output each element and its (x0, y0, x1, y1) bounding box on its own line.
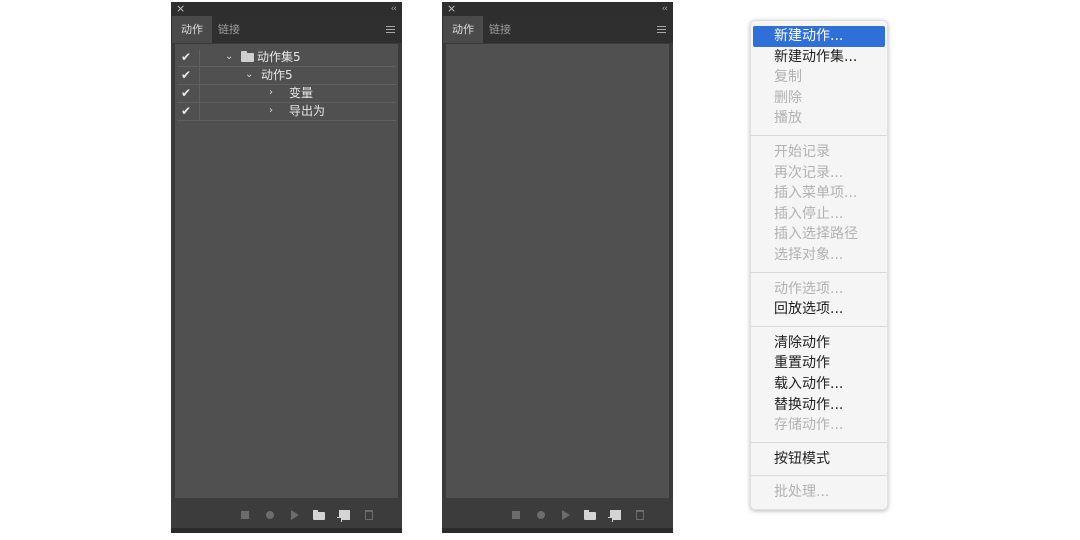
collapse-icon[interactable]: ‹‹ (662, 2, 668, 16)
trash-icon[interactable] (636, 510, 644, 520)
actions-list-empty (446, 44, 669, 498)
menu-item[interactable]: 按钮模式 (753, 449, 885, 470)
column-divider (199, 67, 200, 84)
action-step-row[interactable]: ✔ › 导出为 (177, 103, 396, 121)
chevron-right-icon[interactable]: › (269, 103, 273, 119)
column-divider (199, 103, 200, 120)
menu-item: 插入选择路径 (774, 226, 858, 243)
play-icon[interactable] (291, 510, 299, 520)
menu-item[interactable]: 回放选项... (753, 299, 885, 320)
panel-toolbar (442, 498, 673, 533)
panel-title-strip: × ‹‹ (442, 2, 673, 16)
menu-separator (751, 441, 887, 443)
action-step-row[interactable]: ✔ › 变量 (177, 85, 396, 103)
menu-item: 复制 (774, 69, 802, 86)
menu-item[interactable]: 替换动作... (753, 395, 885, 416)
menu-item[interactable]: 清除动作 (753, 333, 885, 354)
menu-item: 删除 (774, 89, 802, 106)
panel-menu-icon[interactable] (386, 26, 395, 33)
folder-icon (241, 51, 254, 62)
check-icon[interactable]: ✔ (181, 67, 191, 84)
menu-item: 插入停止... (774, 205, 844, 222)
close-icon[interactable]: × (447, 2, 456, 16)
action-step-label: 变量 (289, 86, 314, 100)
actions-panel-right: × ‹‹ 动作 链接 (442, 2, 673, 533)
resize-grip[interactable] (442, 528, 673, 533)
menu-item: 开始记录 (774, 144, 830, 160)
action-set-row[interactable]: ✔ ⌄ 动作集5 (177, 49, 396, 67)
check-icon[interactable]: ✔ (181, 85, 191, 102)
action-row[interactable]: ✔ ⌄ 动作5 (177, 67, 396, 85)
stop-icon[interactable] (512, 511, 520, 519)
column-divider (199, 85, 200, 102)
menu-item: 批处理... (774, 484, 830, 501)
menu-separator (751, 475, 887, 477)
tab-links[interactable]: 链接 (209, 16, 249, 43)
actions-list: ✔ ⌄ 动作集5 ✔ ⌄ 动作5 ✔ › 变量 ✔ › 导出为 (175, 44, 398, 498)
new-action-set-icon[interactable] (313, 510, 325, 520)
panel-toolbar (171, 498, 402, 533)
resize-grip[interactable] (171, 528, 402, 533)
actions-panel-left: × ‹‹ 动作 链接 ✔ ⌄ 动作集5 ✔ ⌄ 动作5 ✔ › 变量 ✔ › 导… (171, 2, 402, 533)
panel-flyout-menu: 新建动作... 新建动作集... 复制删除播放开始记录再次记录... 插入菜单项...… (750, 20, 888, 510)
menu-item: 播放 (774, 110, 802, 127)
menu-item: 插入菜单项... (774, 185, 858, 202)
chevron-right-icon[interactable]: › (269, 85, 273, 101)
chevron-down-icon[interactable]: ⌄ (245, 67, 253, 83)
new-action-icon[interactable] (608, 510, 621, 522)
tab-links[interactable]: 链接 (480, 16, 520, 43)
menu-item[interactable]: 载入动作... (753, 374, 885, 395)
menu-item[interactable]: 新建动作... (753, 26, 885, 47)
panel-title-strip: × ‹‹ (171, 2, 402, 16)
panel-tab-bar: 动作 链接 (171, 16, 402, 43)
check-icon[interactable]: ✔ (181, 49, 191, 66)
menu-separator (751, 135, 887, 136)
play-icon[interactable] (562, 510, 570, 520)
action-label: 动作5 (261, 68, 293, 82)
menu-item: 选择对象... (774, 247, 844, 263)
menu-separator (751, 271, 887, 273)
action-set-label: 动作集5 (257, 50, 301, 64)
new-action-icon[interactable] (337, 510, 350, 522)
new-action-set-icon[interactable] (584, 510, 596, 520)
collapse-icon[interactable]: ‹‹ (391, 2, 397, 16)
tab-actions[interactable]: 动作 (443, 16, 483, 43)
panel-tab-bar: 动作 链接 (442, 16, 673, 43)
record-icon[interactable] (266, 511, 274, 519)
menu-item: 存储动作... (774, 417, 844, 434)
menu-item[interactable]: 新建动作集... (753, 47, 885, 68)
tab-actions[interactable]: 动作 (172, 16, 212, 43)
menu-item[interactable]: 重置动作 (753, 353, 885, 374)
stop-icon[interactable] (241, 511, 249, 519)
menu-item: 再次记录... (774, 164, 844, 181)
close-icon[interactable]: × (176, 2, 185, 16)
trash-icon[interactable] (365, 510, 373, 520)
column-divider (199, 49, 200, 66)
menu-separator (751, 325, 887, 327)
action-step-label: 导出为 (289, 104, 326, 118)
check-icon[interactable]: ✔ (181, 103, 191, 120)
chevron-down-icon[interactable]: ⌄ (225, 49, 233, 65)
menu-item: 动作选项... (774, 280, 844, 297)
record-icon[interactable] (537, 511, 545, 519)
panel-menu-icon[interactable] (657, 26, 666, 33)
